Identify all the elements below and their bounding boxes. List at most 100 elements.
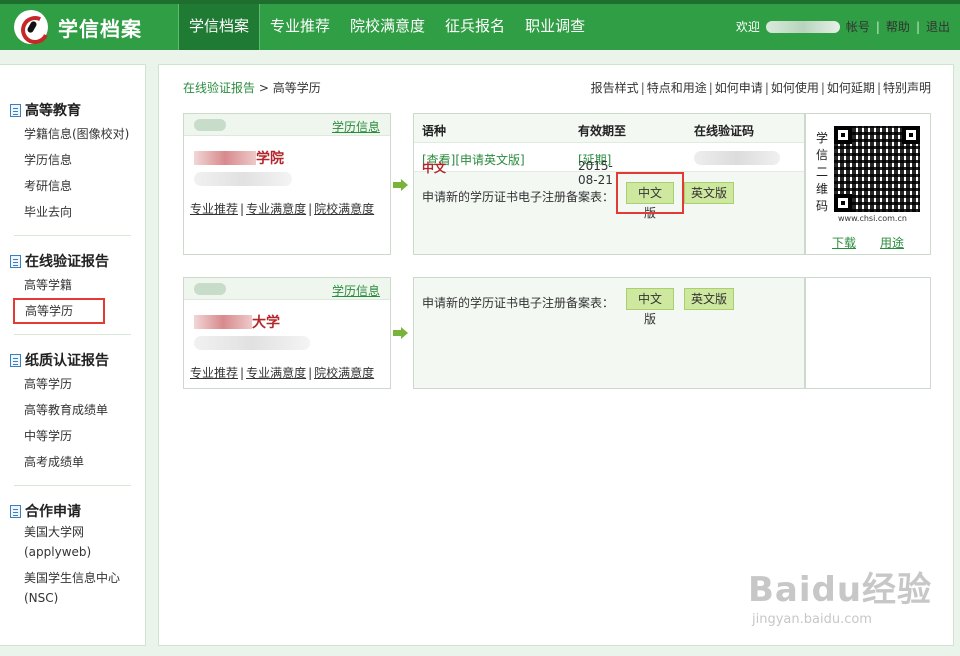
- sidebar-divider: [14, 485, 131, 486]
- arrow-right-icon: [393, 179, 409, 191]
- chinese-version-button[interactable]: 中文版: [626, 288, 674, 326]
- breadcrumb-root[interactable]: 在线验证报告: [183, 81, 255, 95]
- welcome-text: 欢迎: [735, 20, 760, 34]
- degree-card-2: 学历信息 大学 专业推荐 | 专业满意度 | 院校满意度: [183, 277, 391, 389]
- sidebar-item-gaokao-transcript[interactable]: 高考成绩单: [10, 449, 135, 475]
- qr-code-panel: 学信二维码 www.chsi.com.cn 下载 用途: [805, 113, 931, 255]
- chsi-logo-icon: [14, 10, 48, 44]
- logout-link[interactable]: 退出: [926, 4, 950, 50]
- sidebar-item-higher-degree-selected[interactable]: 高等学历: [13, 298, 105, 324]
- section-title: 在线验证报告: [25, 254, 109, 270]
- breadcrumb-current: 高等学历: [272, 81, 321, 95]
- major-satisfaction-link[interactable]: 专业满意度: [246, 202, 306, 216]
- card-links: 专业推荐 | 专业满意度 | 院校满意度: [190, 202, 375, 216]
- apply-english-link[interactable]: [申请英文版]: [455, 153, 524, 167]
- breadcrumb: 在线验证报告 > 高等学历: [183, 79, 321, 96]
- qr-usage-link[interactable]: 用途: [880, 234, 904, 251]
- report-panel-1: 语种 有效期至 在线验证码 中文 [查看][申请英文版] 2015-08-21 …: [413, 113, 805, 255]
- sidebar-section-paper-report: 纸质认证报告 高等学历 高等教育成绩单 中等学历 高考成绩单: [0, 349, 145, 475]
- app-title: 学信档案: [58, 16, 142, 41]
- english-version-button[interactable]: 英文版: [684, 288, 734, 310]
- baidu-jingyan-watermark: Baidu经验 jingyan.baidu.com: [740, 560, 940, 644]
- nav-xuexin-archive[interactable]: 学信档案: [178, 4, 261, 50]
- school-satisfaction-link[interactable]: 院校满意度: [314, 202, 374, 216]
- breadcrumb-separator: >: [258, 81, 269, 95]
- user-bar: 欢迎 帐号 | 帮助 | 退出: [736, 4, 950, 50]
- blurred-school-prefix: [194, 151, 256, 165]
- document-icon: [10, 504, 21, 518]
- arrow-right-icon: [393, 327, 409, 339]
- report-table-header: 语种 有效期至 在线验证码: [422, 124, 755, 138]
- report-table-row: 中文 [查看][申请英文版] 2015-08-21 [延期]: [414, 142, 804, 187]
- qr-code-icon: [834, 126, 920, 212]
- link-how-extend[interactable]: 如何延期: [827, 81, 875, 95]
- document-icon: [10, 353, 21, 367]
- watermark-brand: Baidu经验: [748, 570, 933, 610]
- link-how-apply[interactable]: 如何申请: [715, 81, 763, 95]
- nav-major-recommend[interactable]: 专业推荐: [260, 4, 340, 50]
- degree-info-link[interactable]: 学历信息: [332, 282, 380, 299]
- english-version-button[interactable]: 英文版: [684, 182, 734, 204]
- sidebar-section-online-report: 在线验证报告 高等学籍 高等学历: [0, 250, 145, 324]
- username-blurred: [765, 21, 840, 33]
- nav-enlistment[interactable]: 征兵报名: [435, 4, 515, 50]
- section-title: 合作申请: [25, 504, 81, 520]
- main-content: 在线验证报告 > 高等学历 报告样式 | 特点和用途 | 如何申请 | 如何使用 | 如何延期 |…: [158, 64, 954, 646]
- school-satisfaction-link[interactable]: 院校满意度: [314, 366, 374, 380]
- sidebar-item-enrollment-info[interactable]: 学籍信息(图像校对): [10, 121, 135, 147]
- top-header: 学信档案 学信档案 专业推荐 院校满意度 征兵报名 职业调查 欢迎 帐号 | 帮…: [0, 0, 960, 50]
- main-nav: 学信档案 专业推荐 院校满意度 征兵报名 职业调查: [178, 4, 595, 50]
- logo[interactable]: 学信档案: [14, 10, 142, 44]
- degree-card-1: 学历信息 学院 专业推荐 | 专业满意度 | 院校满意度: [183, 113, 391, 255]
- major-recommend-link[interactable]: 专业推荐: [190, 202, 238, 216]
- sidebar-item-degree-info[interactable]: 学历信息: [10, 147, 135, 173]
- apply-new-text: 申请新的学历证书电子注册备案表：: [422, 296, 615, 310]
- section-title: 高等教育: [25, 103, 81, 119]
- major-recommend-link[interactable]: 专业推荐: [190, 366, 238, 380]
- sidebar-item-nsc[interactable]: 美国学生信息中心 (NSC): [10, 568, 135, 608]
- sidebar-item-higher-transcript[interactable]: 高等教育成绩单: [10, 397, 135, 423]
- major-satisfaction-link[interactable]: 专业满意度: [246, 366, 306, 380]
- expiry-date: 2015-08-21: [578, 159, 613, 187]
- blurred-verify-code: [694, 151, 780, 165]
- sidebar-item-graduate-destination[interactable]: 毕业去向: [10, 199, 135, 225]
- nav-school-satisfaction[interactable]: 院校满意度: [340, 4, 435, 50]
- empty-side-panel: [805, 277, 931, 389]
- document-icon: [10, 103, 21, 117]
- blurred-major: [194, 172, 292, 186]
- report-panel-2: 申请新的学历证书电子注册备案表： 中文版 英文版: [413, 277, 805, 389]
- link-report-sample[interactable]: 报告样式: [591, 81, 639, 95]
- blurred-name: [194, 283, 226, 295]
- help-links: 报告样式 | 特点和用途 | 如何申请 | 如何使用 | 如何延期 | 特别声明: [590, 81, 931, 95]
- link-how-use[interactable]: 如何使用: [771, 81, 819, 95]
- section-title: 纸质认证报告: [25, 353, 109, 369]
- divider: |: [875, 20, 880, 34]
- qr-download-link[interactable]: 下载: [832, 234, 856, 251]
- link-disclaimer[interactable]: 特别声明: [883, 81, 931, 95]
- sidebar-item-postgrad-exam[interactable]: 考研信息: [10, 173, 135, 199]
- highlight-box: [616, 172, 684, 214]
- blurred-name: [194, 119, 226, 131]
- sidebar-item-higher-enrollment[interactable]: 高等学籍: [10, 272, 135, 298]
- nav-career-survey[interactable]: 职业调查: [515, 4, 595, 50]
- qr-site-url: www.chsi.com.cn: [838, 214, 907, 223]
- sidebar-divider: [14, 235, 131, 236]
- link-features[interactable]: 特点和用途: [647, 81, 707, 95]
- account-link[interactable]: 帐号: [846, 4, 870, 50]
- watermark-url: jingyan.baidu.com: [752, 612, 872, 627]
- sidebar-item-applyweb[interactable]: 美国大学网 (applyweb): [10, 522, 135, 562]
- sidebar-section-higher-education: 高等教育 学籍信息(图像校对) 学历信息 考研信息 毕业去向: [0, 99, 145, 225]
- sidebar-item-paper-higher-degree[interactable]: 高等学历: [10, 371, 135, 397]
- blurred-major: [194, 336, 310, 350]
- sidebar: 高等教育 学籍信息(图像校对) 学历信息 考研信息 毕业去向 在线验证报告 高等…: [0, 64, 146, 646]
- degree-info-link[interactable]: 学历信息: [332, 118, 380, 135]
- apply-new-text: 申请新的学历证书电子注册备案表：: [422, 190, 615, 204]
- card-links: 专业推荐 | 专业满意度 | 院校满意度: [190, 366, 375, 380]
- document-icon: [10, 254, 21, 268]
- divider: |: [915, 20, 920, 34]
- sidebar-section-cooperation: 合作申请 美国大学网 (applyweb) 美国学生信息中心 (NSC): [0, 500, 145, 608]
- sidebar-divider: [14, 334, 131, 335]
- sidebar-item-secondary-degree[interactable]: 中等学历: [10, 423, 135, 449]
- qr-label: 学信二维码: [816, 131, 829, 213]
- help-link[interactable]: 帮助: [886, 4, 910, 50]
